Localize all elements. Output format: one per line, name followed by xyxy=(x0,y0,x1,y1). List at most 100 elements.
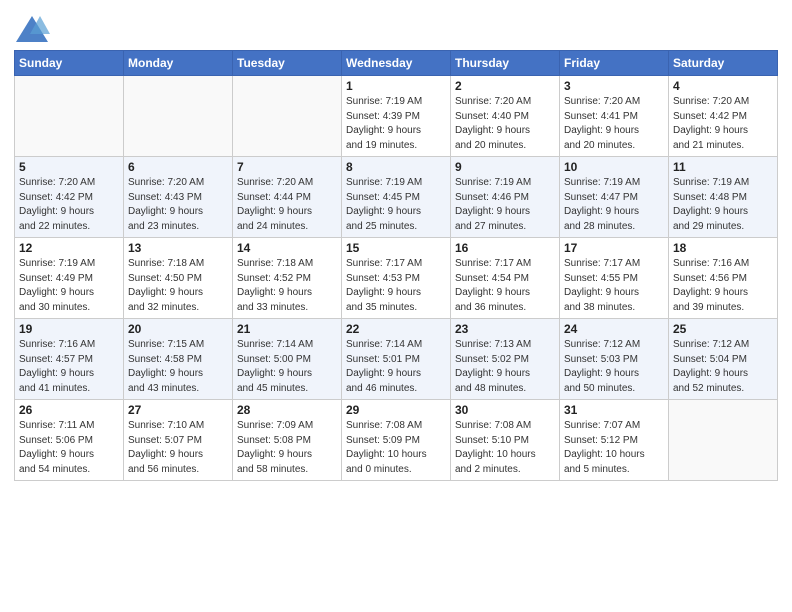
day-info: Sunrise: 7:12 AM Sunset: 5:04 PM Dayligh… xyxy=(673,338,773,396)
day-cell: 29Sunrise: 7:08 AM Sunset: 5:09 PM Dayli… xyxy=(342,400,451,481)
day-info: Sunrise: 7:20 AM Sunset: 4:40 PM Dayligh… xyxy=(455,95,555,153)
day-info: Sunrise: 7:20 AM Sunset: 4:41 PM Dayligh… xyxy=(564,95,664,153)
day-info: Sunrise: 7:16 AM Sunset: 4:57 PM Dayligh… xyxy=(19,338,119,396)
weekday-header-row: SundayMondayTuesdayWednesdayThursdayFrid… xyxy=(15,51,778,76)
day-cell: 7 Sunrise: 7:20 AM Sunset: 4:44 PM Daylig… xyxy=(233,157,342,238)
day-cell: 22 Sunrise: 7:14 AM Sunset: 5:01 PM Dayli… xyxy=(342,319,451,400)
day-cell: 25 Sunrise: 7:12 AM Sunset: 5:04 PM Dayli… xyxy=(669,319,778,400)
day-number: 17 xyxy=(564,241,664,255)
day-cell: 13 Sunrise: 7:18 AM Sunset: 4:50 PM Dayli… xyxy=(124,238,233,319)
day-number: 26 xyxy=(19,403,119,417)
day-info: Sunrise: 7:20 AM Sunset: 4:42 PM Dayligh… xyxy=(19,176,119,234)
day-cell: 24Sunrise: 7:12 AM Sunset: 5:03 PM Dayli… xyxy=(560,319,669,400)
day-number: 6 xyxy=(128,160,228,174)
logo xyxy=(14,14,54,44)
day-number: 31 xyxy=(564,403,664,417)
day-cell: 16Sunrise: 7:17 AM Sunset: 4:54 PM Dayli… xyxy=(451,238,560,319)
day-number: 10 xyxy=(564,160,664,174)
day-cell: 10 Sunrise: 7:19 AM Sunset: 4:47 PM Dayli… xyxy=(560,157,669,238)
weekday-header-saturday: Saturday xyxy=(669,51,778,76)
day-info: Sunrise: 7:20 AM Sunset: 4:43 PM Dayligh… xyxy=(128,176,228,234)
day-number: 23 xyxy=(455,322,555,336)
day-cell: 23 Sunrise: 7:13 AM Sunset: 5:02 PM Dayli… xyxy=(451,319,560,400)
day-cell: 18 Sunrise: 7:16 AM Sunset: 4:56 PM Dayli… xyxy=(669,238,778,319)
week-row-1: 1 Sunrise: 7:19 AM Sunset: 4:39 PM Daylig… xyxy=(15,76,778,157)
day-number: 13 xyxy=(128,241,228,255)
day-info: Sunrise: 7:08 AM Sunset: 5:10 PM Dayligh… xyxy=(455,419,555,477)
day-cell: 31 Sunrise: 7:07 AM Sunset: 5:12 PM Dayli… xyxy=(560,400,669,481)
day-cell: 11 Sunrise: 7:19 AM Sunset: 4:48 PM Dayli… xyxy=(669,157,778,238)
weekday-header-sunday: Sunday xyxy=(15,51,124,76)
day-info: Sunrise: 7:08 AM Sunset: 5:09 PM Dayligh… xyxy=(346,419,446,477)
day-info: Sunrise: 7:14 AM Sunset: 5:00 PM Dayligh… xyxy=(237,338,337,396)
day-cell: 1 Sunrise: 7:19 AM Sunset: 4:39 PM Daylig… xyxy=(342,76,451,157)
week-row-3: 12 Sunrise: 7:19 AM Sunset: 4:49 PM Dayli… xyxy=(15,238,778,319)
day-cell: 19 Sunrise: 7:16 AM Sunset: 4:57 PM Dayli… xyxy=(15,319,124,400)
day-cell: 3 Sunrise: 7:20 AM Sunset: 4:41 PM Daylig… xyxy=(560,76,669,157)
day-number: 2 xyxy=(455,79,555,93)
day-info: Sunrise: 7:18 AM Sunset: 4:52 PM Dayligh… xyxy=(237,257,337,315)
day-info: Sunrise: 7:20 AM Sunset: 4:42 PM Dayligh… xyxy=(673,95,773,153)
day-cell: 12 Sunrise: 7:19 AM Sunset: 4:49 PM Dayli… xyxy=(15,238,124,319)
day-number: 21 xyxy=(237,322,337,336)
day-info: Sunrise: 7:11 AM Sunset: 5:06 PM Dayligh… xyxy=(19,419,119,477)
day-number: 28 xyxy=(237,403,337,417)
day-info: Sunrise: 7:19 AM Sunset: 4:45 PM Dayligh… xyxy=(346,176,446,234)
day-number: 20 xyxy=(128,322,228,336)
day-info: Sunrise: 7:14 AM Sunset: 5:01 PM Dayligh… xyxy=(346,338,446,396)
day-number: 9 xyxy=(455,160,555,174)
day-cell: 14Sunrise: 7:18 AM Sunset: 4:52 PM Dayli… xyxy=(233,238,342,319)
day-cell xyxy=(124,76,233,157)
day-number: 19 xyxy=(19,322,119,336)
day-number: 12 xyxy=(19,241,119,255)
day-cell xyxy=(233,76,342,157)
page: SundayMondayTuesdayWednesdayThursdayFrid… xyxy=(0,0,792,495)
day-info: Sunrise: 7:17 AM Sunset: 4:55 PM Dayligh… xyxy=(564,257,664,315)
day-info: Sunrise: 7:18 AM Sunset: 4:50 PM Dayligh… xyxy=(128,257,228,315)
day-cell: 30Sunrise: 7:08 AM Sunset: 5:10 PM Dayli… xyxy=(451,400,560,481)
day-number: 15 xyxy=(346,241,446,255)
day-cell: 5 Sunrise: 7:20 AM Sunset: 4:42 PM Daylig… xyxy=(15,157,124,238)
day-info: Sunrise: 7:19 AM Sunset: 4:47 PM Dayligh… xyxy=(564,176,664,234)
week-row-4: 19 Sunrise: 7:16 AM Sunset: 4:57 PM Dayli… xyxy=(15,319,778,400)
day-number: 5 xyxy=(19,160,119,174)
day-number: 25 xyxy=(673,322,773,336)
day-number: 18 xyxy=(673,241,773,255)
day-info: Sunrise: 7:16 AM Sunset: 4:56 PM Dayligh… xyxy=(673,257,773,315)
day-number: 3 xyxy=(564,79,664,93)
day-number: 27 xyxy=(128,403,228,417)
day-number: 1 xyxy=(346,79,446,93)
calendar-table: SundayMondayTuesdayWednesdayThursdayFrid… xyxy=(14,50,778,481)
day-info: Sunrise: 7:19 AM Sunset: 4:39 PM Dayligh… xyxy=(346,95,446,153)
day-info: Sunrise: 7:13 AM Sunset: 5:02 PM Dayligh… xyxy=(455,338,555,396)
day-info: Sunrise: 7:17 AM Sunset: 4:53 PM Dayligh… xyxy=(346,257,446,315)
day-info: Sunrise: 7:12 AM Sunset: 5:03 PM Dayligh… xyxy=(564,338,664,396)
weekday-header-wednesday: Wednesday xyxy=(342,51,451,76)
day-number: 7 xyxy=(237,160,337,174)
day-cell: 9 Sunrise: 7:19 AM Sunset: 4:46 PM Daylig… xyxy=(451,157,560,238)
weekday-header-monday: Monday xyxy=(124,51,233,76)
day-number: 8 xyxy=(346,160,446,174)
logo-icon xyxy=(14,14,50,44)
day-cell: 27 Sunrise: 7:10 AM Sunset: 5:07 PM Dayli… xyxy=(124,400,233,481)
day-info: Sunrise: 7:20 AM Sunset: 4:44 PM Dayligh… xyxy=(237,176,337,234)
day-number: 22 xyxy=(346,322,446,336)
day-info: Sunrise: 7:15 AM Sunset: 4:58 PM Dayligh… xyxy=(128,338,228,396)
week-row-5: 26 Sunrise: 7:11 AM Sunset: 5:06 PM Dayli… xyxy=(15,400,778,481)
day-cell: 2 Sunrise: 7:20 AM Sunset: 4:40 PM Daylig… xyxy=(451,76,560,157)
day-cell: 28Sunrise: 7:09 AM Sunset: 5:08 PM Dayli… xyxy=(233,400,342,481)
day-cell: 20 Sunrise: 7:15 AM Sunset: 4:58 PM Dayli… xyxy=(124,319,233,400)
day-info: Sunrise: 7:10 AM Sunset: 5:07 PM Dayligh… xyxy=(128,419,228,477)
day-cell: 6 Sunrise: 7:20 AM Sunset: 4:43 PM Daylig… xyxy=(124,157,233,238)
day-info: Sunrise: 7:19 AM Sunset: 4:48 PM Dayligh… xyxy=(673,176,773,234)
day-cell: 4Sunrise: 7:20 AM Sunset: 4:42 PM Daylig… xyxy=(669,76,778,157)
weekday-header-thursday: Thursday xyxy=(451,51,560,76)
day-info: Sunrise: 7:19 AM Sunset: 4:49 PM Dayligh… xyxy=(19,257,119,315)
day-info: Sunrise: 7:07 AM Sunset: 5:12 PM Dayligh… xyxy=(564,419,664,477)
day-number: 11 xyxy=(673,160,773,174)
day-info: Sunrise: 7:19 AM Sunset: 4:46 PM Dayligh… xyxy=(455,176,555,234)
day-cell: 21 Sunrise: 7:14 AM Sunset: 5:00 PM Dayli… xyxy=(233,319,342,400)
day-cell: 17 Sunrise: 7:17 AM Sunset: 4:55 PM Dayli… xyxy=(560,238,669,319)
day-cell: 15 Sunrise: 7:17 AM Sunset: 4:53 PM Dayli… xyxy=(342,238,451,319)
day-number: 16 xyxy=(455,241,555,255)
